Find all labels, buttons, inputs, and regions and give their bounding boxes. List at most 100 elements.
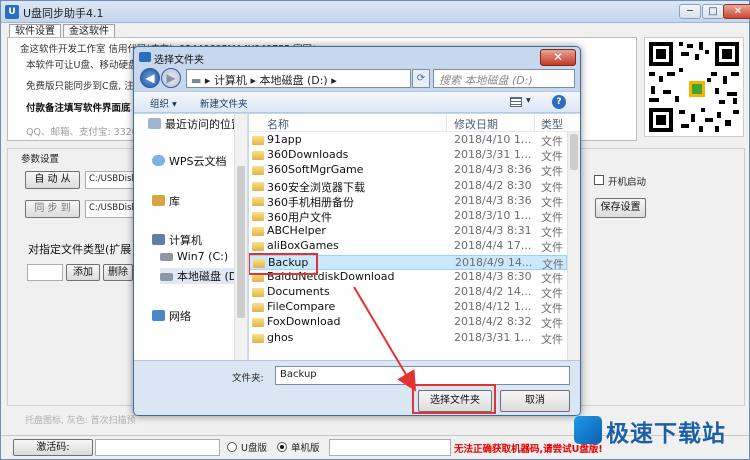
folder-icon [252, 227, 264, 237]
file-type: 文件 [541, 135, 563, 148]
sync-to-button[interactable]: 同 步 到 [25, 200, 80, 218]
save-settings-button[interactable]: 保存设置 [595, 198, 646, 218]
file-date: 2018/3/31 1... [454, 148, 532, 162]
maximize-button[interactable]: □ [702, 4, 724, 19]
file-row[interactable]: FileCompare 2018/4/12 1... 文件 [249, 300, 567, 315]
file-date: 2018/4/4 17... [454, 239, 532, 253]
file-date: 2018/3/31 1... [454, 330, 532, 344]
about-line: 付款备注填写软件界面底 [26, 103, 131, 114]
file-type: 文件 [541, 271, 563, 285]
file-date: 2018/4/2 8:30 [454, 178, 532, 192]
file-name: 360Downloads [267, 148, 349, 162]
folder-icon [252, 288, 264, 297]
file-row[interactable]: Documents 2018/4/2 14... 文件 [249, 285, 567, 300]
folder-input[interactable]: Backup [275, 366, 570, 385]
folder-icon [252, 196, 264, 206]
minimize-button[interactable]: ─ [679, 4, 701, 19]
back-button[interactable]: ◀ [140, 68, 160, 88]
qr-code [644, 37, 744, 137]
file-scrollbar-thumb[interactable] [570, 134, 578, 170]
nav-item-library[interactable]: 库 [152, 193, 180, 209]
nav-item-network[interactable]: 网络 [152, 308, 191, 324]
qr-logo-icon [687, 79, 707, 99]
file-type: 文件 [541, 180, 563, 194]
file-row[interactable]: FoxDownload 2018/4/2 8:32 文件 [249, 315, 567, 330]
drive-icon: ▬ [191, 74, 202, 87]
address-bar[interactable]: ▬ ▸ 计算机 ▸ 本地磁盘 (D:) ▸ [186, 69, 411, 88]
folder-icon [252, 318, 264, 328]
folder-label: 文件夹: [232, 373, 264, 384]
nav-scrollbar-thumb[interactable] [237, 166, 245, 318]
add-button[interactable]: 添加 [66, 264, 100, 281]
file-type: 文件 [541, 317, 563, 331]
tab-settings[interactable]: 软件设置 [9, 24, 61, 38]
organize-button[interactable]: 组织 ▾ [150, 96, 177, 110]
new-folder-button[interactable]: 新建文件夹 [200, 96, 248, 110]
file-type: 文件 [541, 150, 563, 164]
filetype-input[interactable] [27, 264, 63, 281]
folder-icon [252, 166, 264, 176]
file-name: 360手机相册备份 [267, 195, 354, 209]
file-date: 2018/4/3 8:36 [454, 163, 532, 177]
about-line: 本软件可让U盘、移动硬盘 [26, 60, 138, 71]
nav-item-recent[interactable]: 最近访问的位置 [148, 116, 242, 132]
select-folder-dialog: 选择文件夹 ✕ ◀ ▶ ▬ ▸ 计算机 ▸ 本地磁盘 (D:) ▸ ⟳ 搜索 本… [133, 46, 581, 416]
nav-item-drive-c[interactable]: Win7 (C:) [160, 250, 228, 263]
file-row[interactable]: 360Downloads 2018/3/31 1... 文件 [249, 148, 567, 163]
column-name[interactable]: 名称 [267, 116, 289, 132]
machine-code-field [329, 439, 451, 456]
drive-icon [160, 253, 173, 261]
file-row[interactable]: 360SoftMgrGame 2018/4/3 8:36 文件 [249, 163, 567, 178]
file-type: 文件 [541, 241, 563, 255]
file-type: 文件 [541, 195, 563, 209]
radio-single-label: 单机版 [291, 443, 320, 454]
file-date: 2018/4/10 1... [454, 133, 532, 146]
breadcrumb-computer[interactable]: 计算机 [214, 74, 247, 87]
file-scrollbar[interactable] [567, 132, 580, 360]
dialog-footer: 文件夹: Backup 选择文件夹 取消 [134, 360, 580, 415]
autostart-checkbox[interactable] [594, 175, 604, 185]
column-type[interactable]: 类型 [541, 116, 563, 132]
help-icon[interactable]: ? [552, 95, 566, 109]
auto-sync-button[interactable]: 自 动 从 [25, 171, 80, 189]
breadcrumb-drive-d[interactable]: 本地磁盘 (D:) [259, 74, 327, 87]
file-list: 名称 修改日期 类型 91app 2018/4/10 1... 文件 360Downl… [249, 114, 580, 360]
watermark-logo-icon [574, 416, 602, 444]
forward-button[interactable]: ▶ [161, 68, 181, 88]
radio-udisk[interactable] [227, 442, 237, 452]
file-type: 文件 [541, 211, 563, 224]
view-options-icon[interactable] [510, 97, 522, 107]
chevron-down-icon[interactable]: ▾ [526, 95, 531, 106]
nav-item-computer[interactable]: 计算机 [152, 232, 202, 248]
activation-code-input[interactable] [95, 439, 220, 456]
tab-donate[interactable]: 金这软件 [63, 24, 115, 38]
close-button[interactable]: ✕ [723, 4, 750, 19]
activation-code-button[interactable]: 激活码: [13, 439, 93, 456]
column-date[interactable]: 修改日期 [454, 116, 498, 132]
radio-single[interactable] [277, 442, 287, 452]
folder-icon [252, 151, 264, 161]
cloud-icon [152, 155, 165, 166]
file-row[interactable]: 360用户文件 2018/3/10 1... 文件 [249, 209, 567, 224]
file-row[interactable]: ABCHelper 2018/4/3 8:31 文件 [249, 224, 567, 239]
nav-item-wps-cloud[interactable]: WPS云文档 [152, 153, 227, 169]
file-name: ghos [267, 330, 294, 344]
file-name: 91app [267, 133, 302, 146]
auto-sync-path-field[interactable]: C:/USBDisk [85, 171, 135, 189]
file-row[interactable]: ghos 2018/3/31 1... 文件 [249, 331, 567, 346]
select-button-highlight [412, 384, 496, 414]
chevron-right-icon: ▸ [331, 74, 337, 87]
nav-scrollbar[interactable] [234, 114, 247, 360]
search-input[interactable]: 搜索 本地磁盘 (D:) ⚲ [433, 69, 575, 88]
file-name: 360SoftMgrGame [267, 163, 364, 177]
refresh-button[interactable]: ⟳ [412, 69, 430, 88]
main-title-bar: U U盘同步助手4.1 ─ □ ✕ [1, 1, 750, 23]
file-row[interactable]: 360安全浏览器下载 2018/4/2 8:30 文件 [249, 179, 567, 194]
file-row[interactable]: 360手机相册备份 2018/4/3 8:36 文件 [249, 194, 567, 209]
sync-to-path-field[interactable]: C:/USBDisk [85, 200, 135, 218]
delete-button[interactable]: 删除 [103, 264, 133, 281]
file-row[interactable]: 91app 2018/4/10 1... 文件 [249, 133, 567, 148]
cancel-button[interactable]: 取消 [500, 390, 570, 412]
dialog-close-button[interactable]: ✕ [540, 49, 576, 66]
app-title: U盘同步助手4.1 [23, 7, 104, 20]
